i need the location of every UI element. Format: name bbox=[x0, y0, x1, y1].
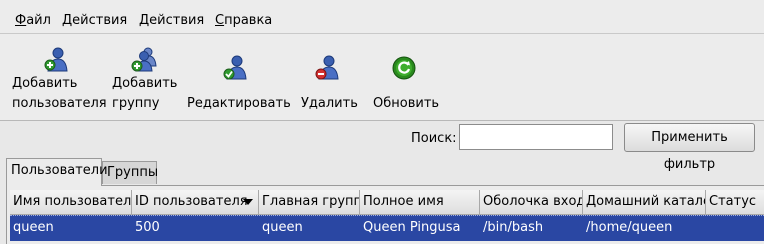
refresh-icon bbox=[390, 54, 418, 82]
user-add-icon bbox=[42, 46, 70, 74]
user-delete-icon bbox=[313, 54, 341, 82]
column-header-label: Имя пользователя bbox=[13, 194, 132, 209]
column-header-label: ID пользователя bbox=[135, 194, 248, 209]
tab-users[interactable]: Пользователи bbox=[6, 158, 108, 186]
cell-home-directory: /home/queen bbox=[586, 220, 673, 235]
group-add-icon bbox=[130, 46, 158, 74]
column-header-user-id[interactable]: ID пользователя bbox=[132, 190, 259, 215]
users-panel: Имя пользователя ID пользователя Главная… bbox=[6, 185, 764, 244]
column-header-label: Домашний каталог bbox=[586, 194, 706, 209]
column-header-label: Оболочка входа bbox=[483, 194, 583, 209]
column-header-login-shell[interactable]: Оболочка входа bbox=[480, 190, 583, 215]
cell-user-id: 500 bbox=[135, 220, 160, 235]
refresh-button[interactable]: Обновить bbox=[373, 34, 439, 120]
delete-user-label: Удалить bbox=[301, 96, 358, 111]
menu-file[interactable]: Файл bbox=[15, 12, 51, 30]
menu-actions[interactable]: Действия bbox=[62, 12, 127, 30]
delete-user-button[interactable]: Удалить bbox=[301, 34, 358, 120]
search-row: Поиск: Применить фильтр bbox=[0, 121, 764, 172]
column-header-full-name[interactable]: Полное имя bbox=[360, 190, 480, 215]
sort-descending-icon bbox=[243, 199, 253, 205]
add-user-label-1: Добавить bbox=[12, 76, 78, 91]
add-group-button[interactable]: Добавить группу bbox=[112, 34, 178, 120]
menu-actions-2[interactable]: Действия bbox=[139, 12, 204, 30]
add-group-label-1: Добавить bbox=[112, 76, 178, 91]
column-header-primary-group[interactable]: Главная группа bbox=[259, 190, 360, 215]
column-header-label: Полное имя bbox=[363, 194, 444, 209]
tab-groups[interactable]: Группы bbox=[102, 161, 158, 184]
column-header-home-directory[interactable]: Домашний каталог bbox=[583, 190, 706, 215]
add-user-button[interactable]: Добавить пользователя bbox=[12, 34, 107, 120]
column-header-label: Главная группа bbox=[262, 194, 360, 209]
search-label: Поиск: bbox=[411, 131, 457, 146]
menu-bar: Файл Действия Действия Справка bbox=[0, 0, 764, 34]
refresh-label: Обновить bbox=[373, 96, 440, 111]
column-header-username[interactable]: Имя пользователя bbox=[10, 190, 132, 215]
menu-help[interactable]: Справка bbox=[215, 12, 272, 30]
cell-full-name: Queen Pingusa bbox=[363, 220, 461, 235]
cell-username: queen bbox=[13, 220, 54, 235]
user-edit-icon bbox=[221, 54, 249, 82]
search-input[interactable] bbox=[459, 124, 613, 150]
table-header: Имя пользователя ID пользователя Главная… bbox=[10, 190, 764, 215]
cell-primary-group: queen bbox=[262, 220, 303, 235]
add-user-label-2: пользователя bbox=[12, 96, 107, 111]
edit-user-label: Редактировать bbox=[187, 96, 291, 111]
column-header-label: Статус bbox=[709, 194, 757, 209]
toolbar: Добавить пользователя Добавить группу Ре… bbox=[0, 34, 764, 121]
apply-filter-button[interactable]: Применить фильтр bbox=[624, 123, 755, 172]
edit-user-button[interactable]: Редактировать bbox=[187, 34, 291, 120]
column-header-status[interactable]: Статус bbox=[706, 190, 764, 215]
add-group-label-2: группу bbox=[112, 96, 160, 111]
table-row[interactable]: queen 500 queen Queen Pingusa /bin/bash … bbox=[10, 215, 764, 241]
cell-login-shell: /bin/bash bbox=[483, 220, 544, 235]
